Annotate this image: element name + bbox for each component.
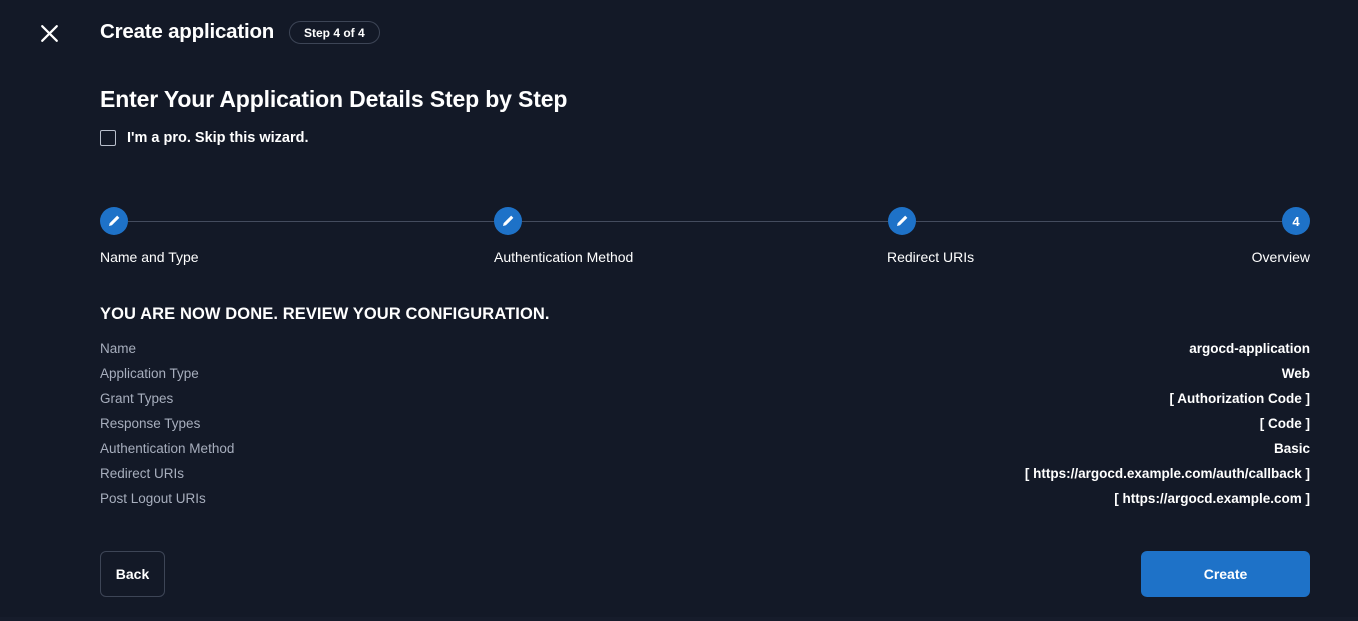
stepper-node-overview[interactable]: 4: [1282, 207, 1310, 235]
pencil-icon: [895, 214, 909, 228]
pencil-icon: [107, 214, 121, 228]
close-icon[interactable]: [33, 17, 65, 49]
summary-key: Authentication Method: [100, 441, 234, 456]
stepper-track: 4: [100, 207, 1310, 235]
stepper-connector-2: [522, 221, 888, 222]
wizard-stepper: 4 Name and Type Authentication Method Re…: [100, 207, 1310, 269]
back-button[interactable]: Back: [100, 551, 165, 597]
wizard-footer: Back Create: [100, 551, 1310, 597]
stepper-connector-1: [128, 221, 494, 222]
review-heading: YOU ARE NOW DONE. REVIEW YOUR CONFIGURAT…: [100, 305, 550, 324]
wizard-header: Create application Step 4 of 4: [0, 0, 1358, 66]
summary-row: Response Types [ Code ]: [100, 416, 1310, 441]
create-button[interactable]: Create: [1141, 551, 1310, 597]
skip-wizard-label: I'm a pro. Skip this wizard.: [127, 130, 309, 146]
summary-value: Web: [1282, 366, 1310, 381]
stepper-connector-3: [916, 221, 1282, 222]
summary-value: [ Code ]: [1260, 416, 1310, 431]
summary-key: Post Logout URIs: [100, 491, 206, 506]
summary-row: Authentication Method Basic: [100, 441, 1310, 466]
page-title: Enter Your Application Details Step by S…: [100, 86, 567, 113]
stepper-node-redirect-uris[interactable]: [888, 207, 916, 235]
stepper-label-name-and-type[interactable]: Name and Type: [100, 249, 199, 265]
summary-value: Basic: [1274, 441, 1310, 456]
skip-wizard-checkbox[interactable]: [100, 130, 116, 146]
stepper-label-overview[interactable]: Overview: [1252, 249, 1310, 265]
configuration-summary: Name argocd-application Application Type…: [100, 341, 1310, 516]
summary-value: [ Authorization Code ]: [1170, 391, 1310, 406]
bottom-edge: [0, 617, 1358, 621]
stepper-label-redirect-uris[interactable]: Redirect URIs: [887, 249, 974, 265]
step-badge: Step 4 of 4: [289, 21, 380, 44]
summary-value: argocd-application: [1189, 341, 1310, 356]
stepper-node-authentication-method[interactable]: [494, 207, 522, 235]
summary-row: Post Logout URIs [ https://argocd.exampl…: [100, 491, 1310, 516]
pencil-icon: [501, 214, 515, 228]
summary-value: [ https://argocd.example.com/auth/callba…: [1025, 466, 1310, 481]
summary-row: Redirect URIs [ https://argocd.example.c…: [100, 466, 1310, 491]
summary-key: Application Type: [100, 366, 199, 381]
stepper-label-authentication-method[interactable]: Authentication Method: [494, 249, 633, 265]
summary-key: Redirect URIs: [100, 466, 184, 481]
skip-wizard-checkbox-row[interactable]: I'm a pro. Skip this wizard.: [100, 130, 309, 146]
summary-key: Name: [100, 341, 136, 356]
summary-row: Name argocd-application: [100, 341, 1310, 366]
summary-key: Grant Types: [100, 391, 173, 406]
create-application-wizard: Create application Step 4 of 4 Enter You…: [0, 0, 1358, 621]
summary-row: Grant Types [ Authorization Code ]: [100, 391, 1310, 416]
stepper-labels: Name and Type Authentication Method Redi…: [100, 249, 1310, 269]
summary-row: Application Type Web: [100, 366, 1310, 391]
stepper-node-name-and-type[interactable]: [100, 207, 128, 235]
wizard-title: Create application: [100, 20, 274, 44]
summary-value: [ https://argocd.example.com ]: [1114, 491, 1310, 506]
summary-key: Response Types: [100, 416, 200, 431]
